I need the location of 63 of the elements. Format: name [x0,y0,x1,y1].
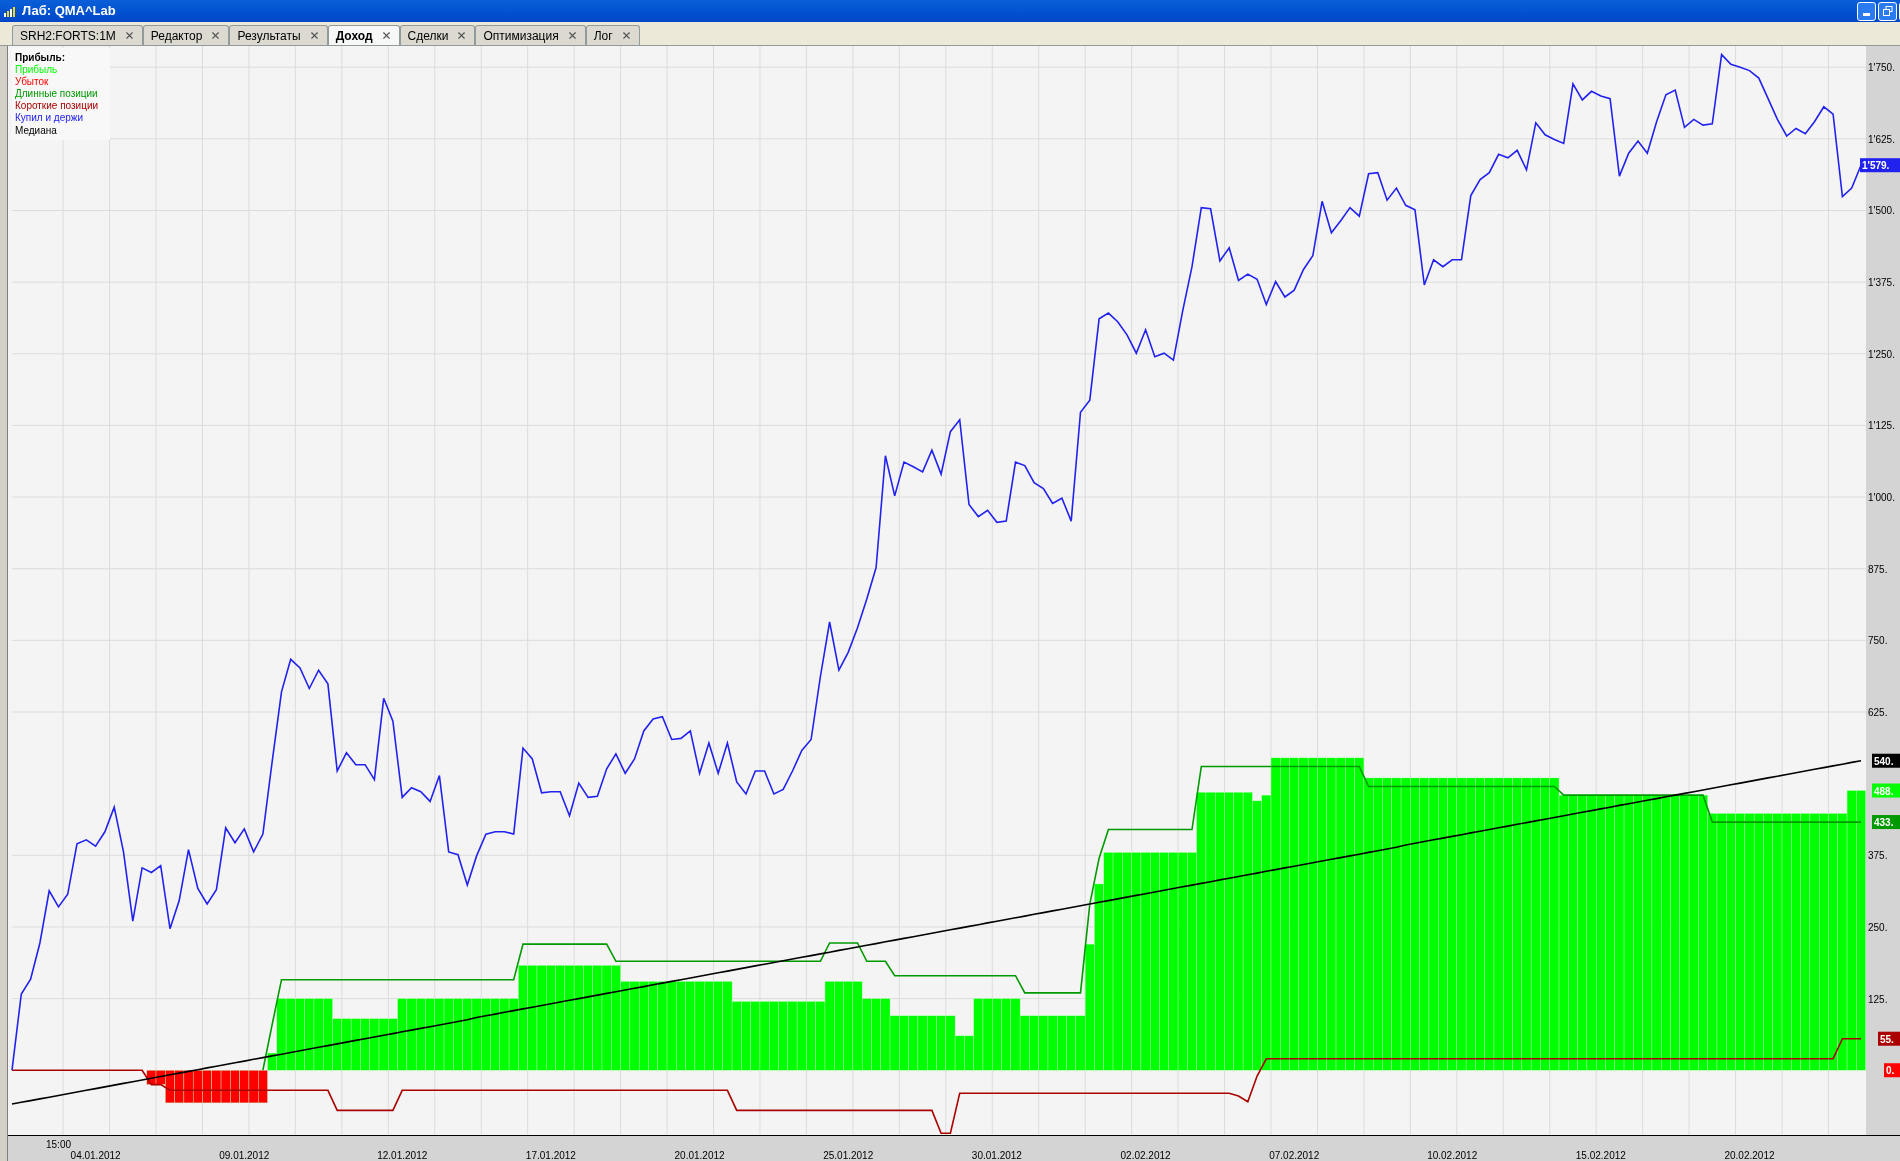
y-axis-label: 1'375. [1868,277,1895,289]
tab-label: Сделки [407,27,449,45]
y-axis-label: 375. [1868,850,1888,862]
tab[interactable]: Лог [585,25,640,45]
tab[interactable]: Результаты [229,25,328,45]
legend-item: Медиана [15,124,57,136]
legend-title: Прибыль: [15,52,65,63]
legend-item: Короткие позиции [15,100,99,112]
y-axis-label: 625. [1868,707,1888,718]
value-badge: 0. [1884,1063,1900,1078]
x-axis-label: 25.01.2012 [823,1150,874,1161]
x-axis-label: 30.01.2012 [971,1150,1022,1161]
y-axis-label: 1'625. [1868,133,1895,145]
tab[interactable]: SRH2:FORTS:1M [12,25,143,45]
y-axis-label: 1'125. [1868,420,1895,432]
x-axis-time-label: 15:00 [46,1139,72,1150]
y-axis-label: 1'750. [1868,62,1895,74]
x-axis-label: 09.01.2012 [219,1150,270,1161]
value-badge: 433. [1872,815,1900,830]
x-axis-label: 20.02.2012 [1724,1150,1775,1161]
x-axis-label: 10.02.2012 [1427,1150,1478,1161]
bar-chart-icon [4,5,18,17]
tab-label: Оптимизация [483,27,559,45]
tab-label: Доход [335,27,373,45]
x-axis-label: 15.02.2012 [1575,1150,1626,1161]
tab[interactable]: Сделки [399,25,476,45]
close-icon[interactable] [456,30,468,41]
tab[interactable]: Редактор [142,25,230,45]
legend-item: Убыток [15,76,49,88]
tab[interactable]: Доход [327,25,400,45]
tab-label: Лог [593,27,613,45]
restore-icon [1882,6,1893,16]
window-title: Лаб: QMA^Lab [22,2,116,21]
legend-item: Купил и держи [15,112,84,124]
y-axis-label: 1'500. [1868,205,1895,217]
tab-label: Результаты [237,27,301,45]
minimize-icon [1863,12,1870,16]
minimize-button[interactable] [1857,1,1876,21]
x-axis-label: 02.02.2012 [1120,1150,1171,1161]
y-axis-label: 125. [1868,993,1888,1005]
tab-label: Редактор [150,27,203,45]
y-axis-label: 250. [1868,921,1888,933]
value-badge: 1'579. [1860,158,1900,173]
y-axis-label: 875. [1868,563,1888,575]
tab[interactable]: Оптимизация [475,25,586,45]
x-axis-label: 12.01.2012 [377,1150,428,1161]
close-icon[interactable] [123,30,135,41]
x-axis-label: 04.01.2012 [70,1150,121,1161]
close-icon[interactable] [566,30,578,41]
x-axis-label: 07.02.2012 [1269,1150,1320,1161]
y-axis-label: 750. [1868,635,1888,647]
restore-button[interactable] [1878,1,1897,21]
x-axis-label: 17.01.2012 [525,1150,576,1161]
close-icon[interactable] [210,30,222,41]
tab-label: SRH2:FORTS:1M [20,27,116,45]
close-icon[interactable] [620,30,632,41]
x-axis-label: 20.01.2012 [674,1150,725,1161]
close-icon[interactable] [380,30,392,41]
y-axis-label: 1'000. [1868,492,1895,504]
legend-item: Прибыль [15,64,58,75]
legend-item: Длинные позиции [15,88,98,100]
close-icon[interactable] [308,30,320,41]
y-axis-label: 1'250. [1868,348,1895,360]
